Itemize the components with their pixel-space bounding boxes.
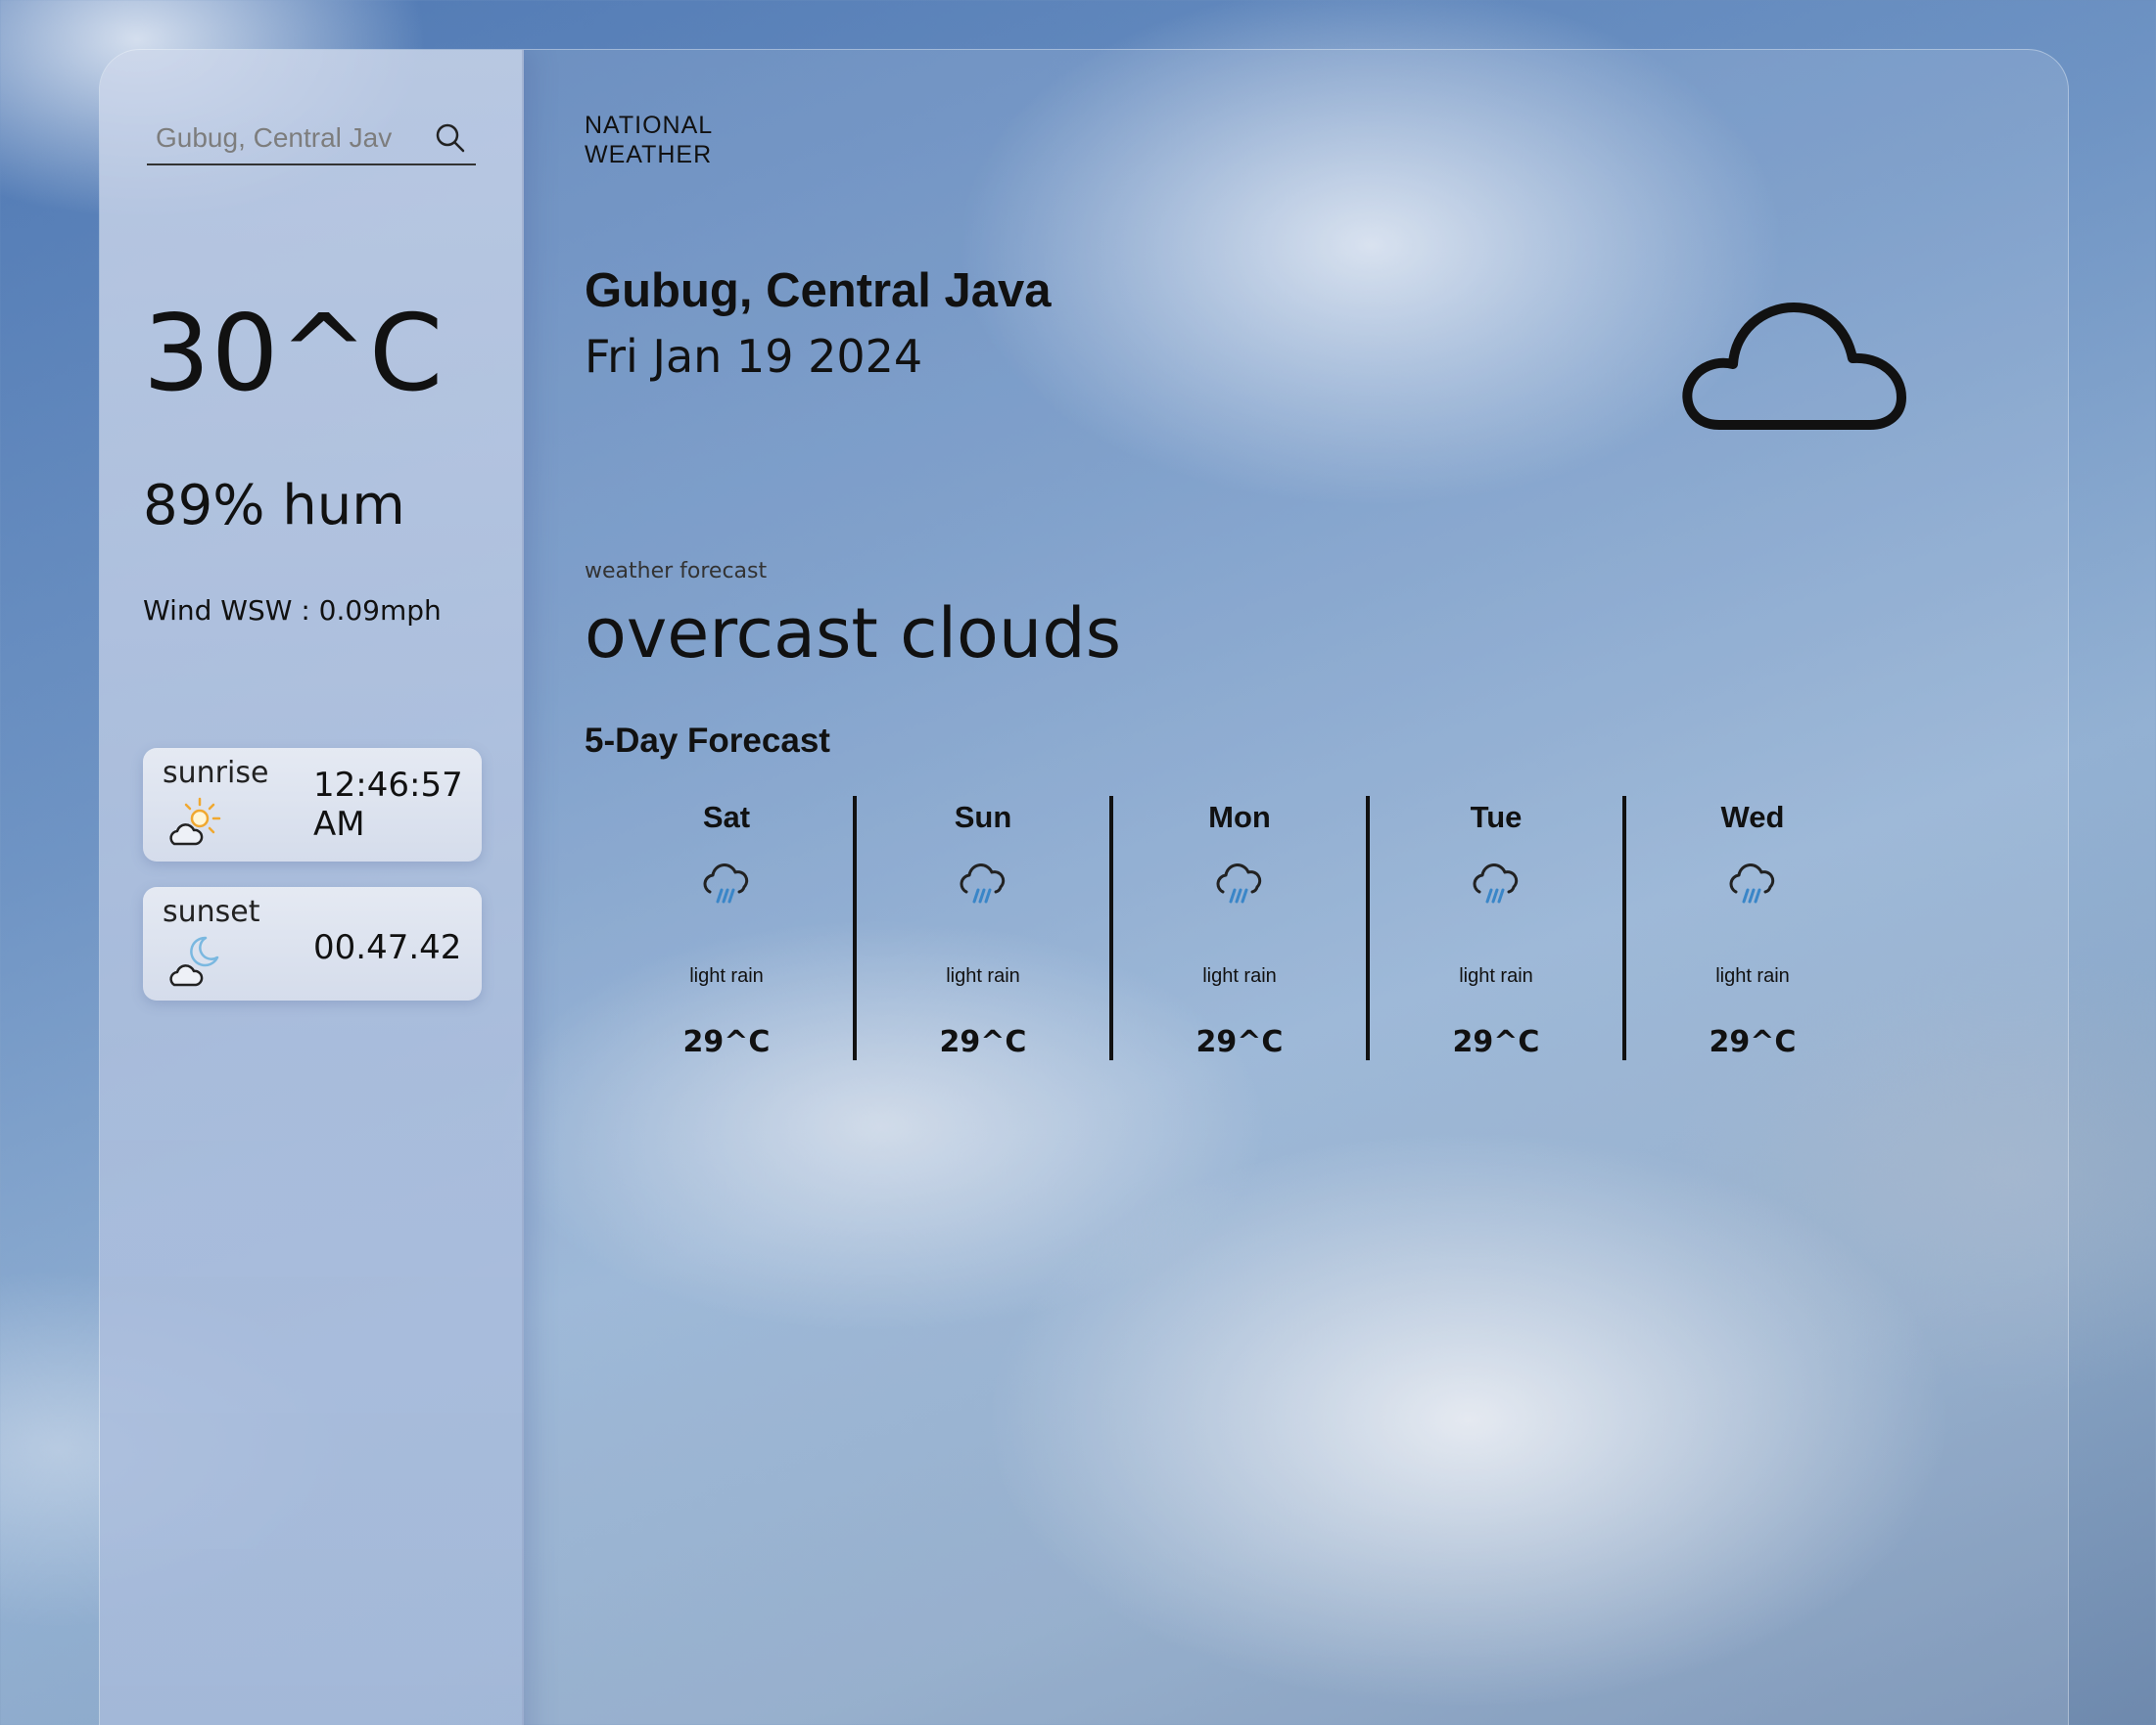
day-condition: light rain — [946, 965, 1020, 987]
day-condition: light rain — [1715, 965, 1790, 987]
forecast-day: Sun light rain 29^C — [853, 796, 1109, 1060]
rain-cloud-icon — [1729, 863, 1775, 904]
five-day-forecast-title: 5-Day Forecast — [585, 722, 830, 760]
sunrise-cloud-icon — [169, 797, 221, 846]
day-temperature: 29^C — [1709, 1025, 1797, 1059]
rain-cloud-icon — [960, 863, 1006, 904]
rain-cloud-icon — [703, 863, 749, 904]
day-condition: light rain — [1459, 965, 1533, 987]
sunrise-card: sunrise 12:46:57 AM — [143, 748, 482, 862]
forecast-day: Tue light rain 29^C — [1366, 796, 1622, 1060]
current-temperature: 30^C — [143, 293, 445, 415]
sunset-time: 00.47.42 — [313, 928, 462, 967]
sunset-card: sunset 00.47.42 — [143, 887, 482, 1001]
rain-cloud-icon — [1216, 863, 1262, 904]
sunrise-time: 12:46:57 AM — [313, 766, 463, 844]
location-title: Gubug, Central Java — [585, 264, 1052, 317]
moon-cloud-icon — [169, 936, 219, 987]
weather-card: 30^C 89% hum Wind WSW : 0.09mph sunrise … — [99, 49, 2069, 1725]
sunrise-label: sunrise — [163, 756, 269, 790]
sunset-label: sunset — [163, 895, 260, 929]
main-panel: NATIONAL WEATHER Gubug, Central Java Fri… — [522, 50, 2068, 1725]
forecast-description: overcast clouds — [585, 593, 1122, 674]
day-temperature: 29^C — [682, 1025, 771, 1059]
forecast-day: Sat light rain 29^C — [600, 796, 853, 1060]
brand-logo: NATIONAL WEATHER — [585, 112, 713, 168]
forecast-label: weather forecast — [585, 559, 768, 583]
day-temperature: 29^C — [939, 1025, 1027, 1059]
forecast-day: Mon light rain 29^C — [1109, 796, 1366, 1060]
sidebar: 30^C 89% hum Wind WSW : 0.09mph sunrise … — [100, 50, 524, 1725]
forecast-day: Wed light rain 29^C — [1622, 796, 1879, 1060]
day-name: Sat — [702, 800, 751, 834]
day-condition: light rain — [1202, 965, 1277, 987]
search-icon[interactable] — [433, 120, 468, 156]
day-name: Sun — [954, 800, 1012, 834]
rain-cloud-icon — [1473, 863, 1519, 904]
forecast-days: Sat light rain 29^C Sun light rain 29^C … — [600, 796, 1879, 1060]
current-date: Fri Jan 19 2024 — [585, 330, 923, 383]
day-name: Mon — [1208, 800, 1271, 834]
current-humidity: 89% hum — [143, 474, 405, 537]
day-name: Tue — [1470, 800, 1523, 834]
search-bar — [147, 115, 476, 165]
current-wind: Wind WSW : 0.09mph — [143, 594, 442, 627]
day-temperature: 29^C — [1195, 1025, 1284, 1059]
day-condition: light rain — [689, 965, 764, 987]
search-input[interactable] — [147, 115, 430, 162]
cloud-icon — [1682, 303, 1906, 430]
day-name: Wed — [1720, 800, 1785, 834]
day-temperature: 29^C — [1452, 1025, 1540, 1059]
